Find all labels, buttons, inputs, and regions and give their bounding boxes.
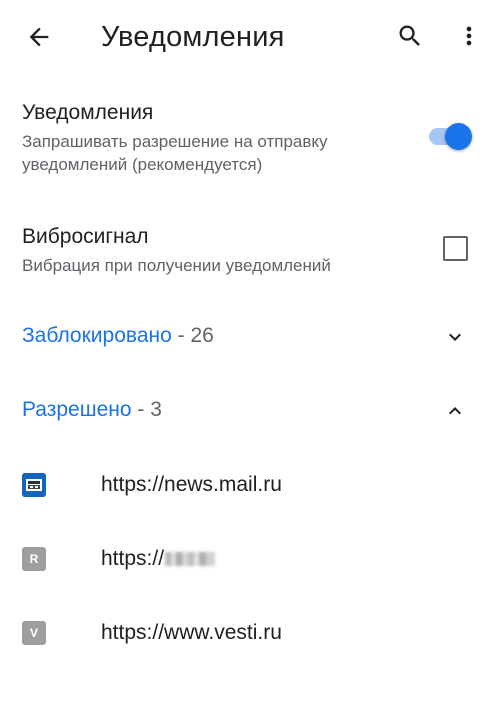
site-row-news-mail[interactable]: https://news.mail.ru xyxy=(0,456,500,516)
site-url-prefix: https:// xyxy=(101,547,165,570)
allowed-label: Разрешено xyxy=(22,398,132,421)
site-url-redacted: https:// xyxy=(101,546,216,572)
notifications-preference[interactable]: Уведомления Запрашивать разрешение на от… xyxy=(0,90,500,190)
vibration-preference[interactable]: Вибросигнал Вибрация при получении уведо… xyxy=(0,214,500,286)
blocked-section-header[interactable]: Заблокировано - 26 xyxy=(0,309,500,365)
more-options-button[interactable] xyxy=(455,20,483,52)
back-button[interactable] xyxy=(22,20,56,54)
blocked-label: Заблокировано xyxy=(22,324,172,347)
news-mail-favicon xyxy=(22,473,46,497)
notifications-pref-summary: Запрашивать разрешение на отправку уведо… xyxy=(22,132,328,174)
site-row-vesti[interactable]: V https://www.vesti.ru xyxy=(0,604,500,664)
site-url: https://news.mail.ru xyxy=(101,473,282,496)
letter-r-favicon: R xyxy=(22,547,46,571)
chevron-up-icon xyxy=(449,407,461,415)
page-title: Уведомления xyxy=(101,21,285,53)
vibration-pref-summary: Вибрация при получении уведомлений xyxy=(22,256,331,275)
site-row-redacted[interactable]: R https:// xyxy=(0,530,500,590)
search-button[interactable] xyxy=(394,20,426,52)
blocked-count: - 26 xyxy=(171,324,214,347)
app-bar: Уведомления xyxy=(0,0,500,74)
vibration-pref-title: Вибросигнал xyxy=(22,225,149,248)
search-icon xyxy=(399,25,420,46)
redacted-blur xyxy=(165,552,216,567)
allowed-section-label: Разрешено - 3 xyxy=(22,397,162,423)
more-vert-icon xyxy=(466,26,472,46)
notifications-toggle[interactable] xyxy=(427,122,473,150)
notifications-pref-title: Уведомления xyxy=(22,101,154,124)
site-url: https://www.vesti.ru xyxy=(101,621,282,644)
allowed-count: - 3 xyxy=(131,398,162,421)
arrow-back-icon xyxy=(29,27,49,47)
news-mail-logo-icon xyxy=(22,473,46,497)
toggle-thumb xyxy=(445,123,472,150)
vibration-checkbox[interactable] xyxy=(443,236,468,261)
blocked-section-label: Заблокировано - 26 xyxy=(22,323,214,349)
letter-v-favicon: V xyxy=(22,621,46,645)
chevron-down-icon xyxy=(449,333,461,341)
allowed-section-header[interactable]: Разрешено - 3 xyxy=(0,383,500,439)
